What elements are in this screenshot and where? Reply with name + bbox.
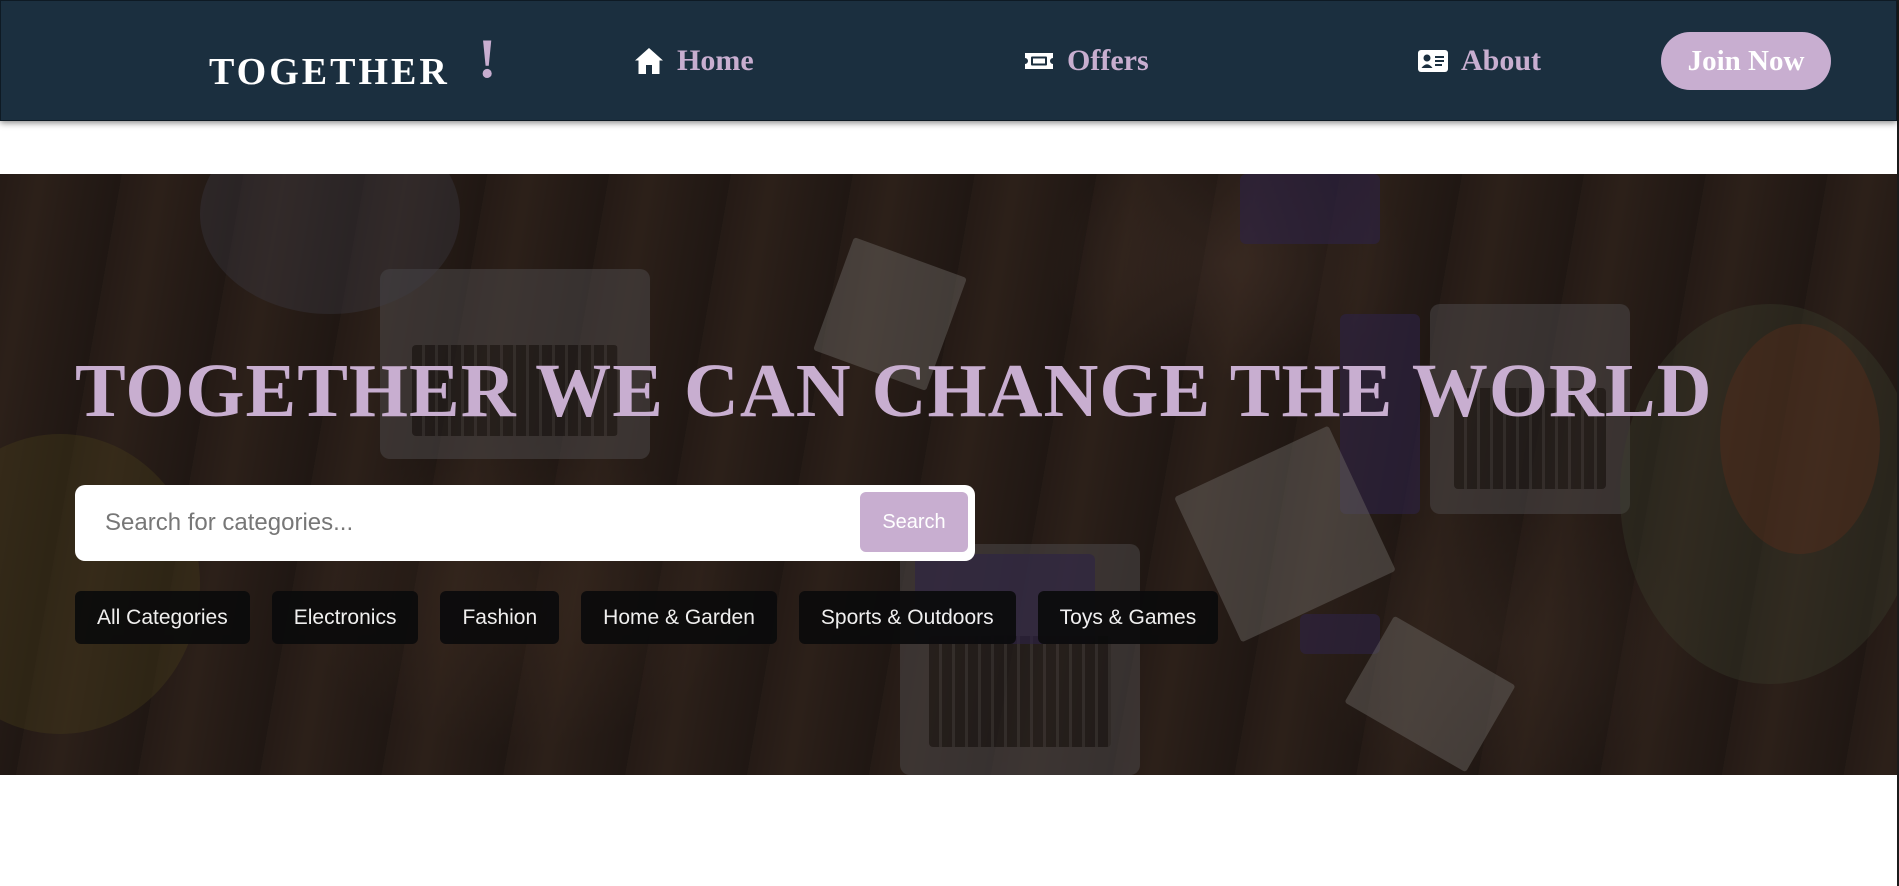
hero-banner: TOGETHER WE CAN CHANGE THE WORLD Search … — [0, 174, 1897, 775]
category-chip-toys-games[interactable]: Toys & Games — [1037, 591, 1219, 644]
category-chip-all-categories[interactable]: All Categories — [75, 591, 250, 644]
page: TOGETHER ! Home Offers About Join Now TO… — [0, 0, 1899, 886]
hero-overlay — [0, 174, 1897, 775]
search-bar: Search — [75, 485, 975, 561]
category-chip-home-garden[interactable]: Home & Garden — [581, 591, 777, 644]
id-card-icon — [1417, 45, 1449, 77]
join-now-button[interactable]: Join Now — [1661, 32, 1831, 90]
ticket-icon — [1023, 45, 1055, 77]
navbar: TOGETHER ! Home Offers About Join Now — [0, 0, 1897, 121]
nav-link-offers[interactable]: Offers — [1023, 37, 1149, 85]
search-input[interactable] — [75, 485, 845, 561]
category-chip-fashion[interactable]: Fashion — [440, 591, 560, 644]
nav-link-offers-label: Offers — [1067, 44, 1149, 77]
category-filter-list: All Categories Electronics Fashion Home … — [75, 591, 1219, 644]
nav-link-home[interactable]: Home — [633, 37, 754, 85]
home-icon — [633, 45, 665, 77]
nav-link-about[interactable]: About — [1417, 37, 1541, 85]
search-button[interactable]: Search — [860, 492, 968, 552]
brand-exclamation-mark: ! — [477, 28, 497, 90]
hero-title: TOGETHER WE CAN CHANGE THE WORLD — [75, 349, 1713, 433]
nav-link-home-label: Home — [677, 44, 754, 77]
nav-link-about-label: About — [1461, 44, 1542, 77]
category-chip-sports-outdoors[interactable]: Sports & Outdoors — [798, 591, 1016, 644]
brand-name: TOGETHER — [209, 51, 450, 93]
brand-logo[interactable]: TOGETHER ! — [209, 31, 496, 93]
category-chip-electronics[interactable]: Electronics — [271, 591, 419, 644]
